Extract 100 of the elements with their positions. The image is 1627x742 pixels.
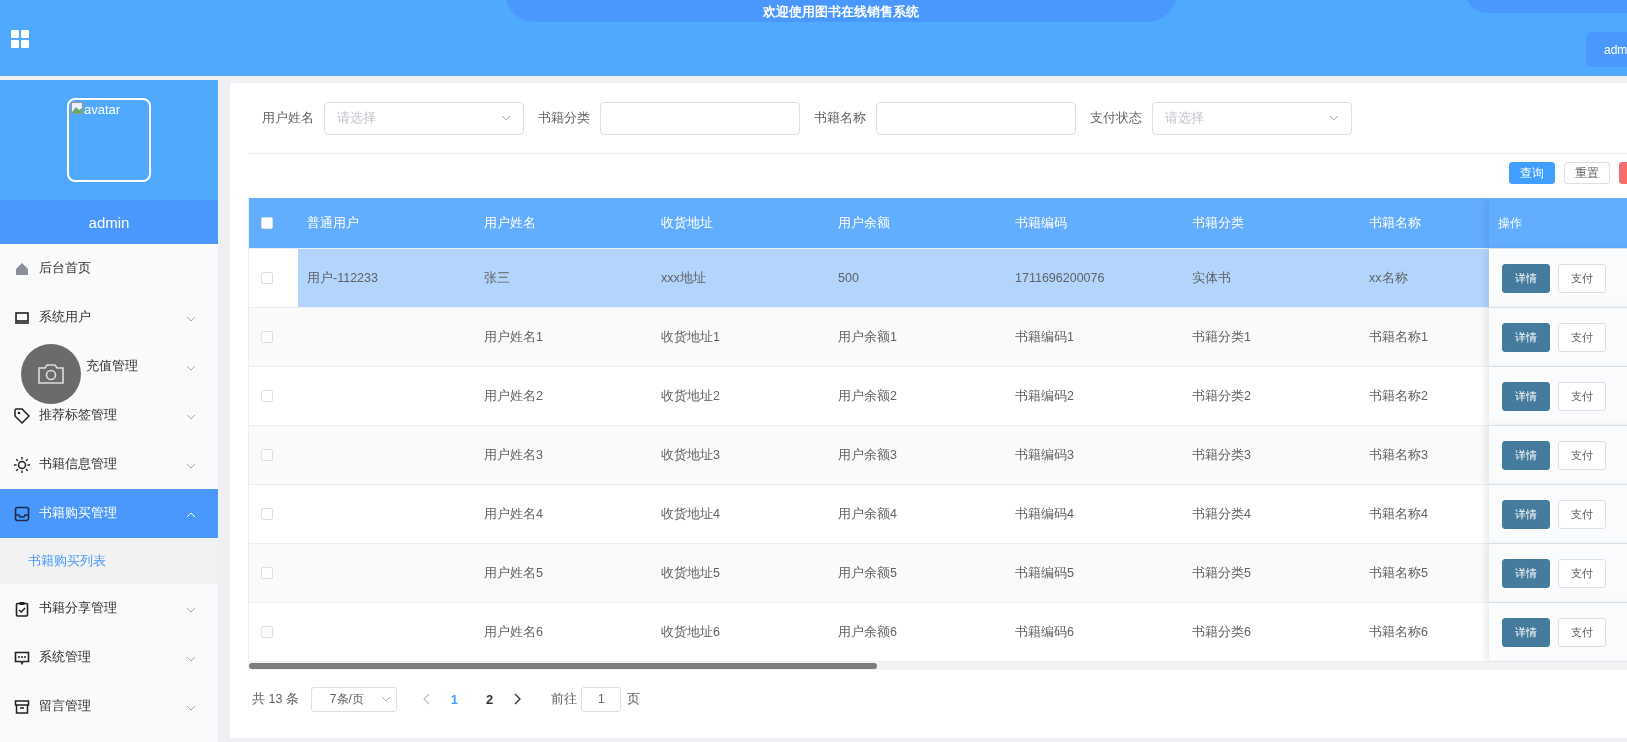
checkbox[interactable] [261,567,273,579]
table-cell: 用户余额1 [838,328,897,346]
checkbox[interactable] [261,626,273,638]
page-suffix: 页 [627,690,641,708]
column-header: 收货地址 [660,214,714,232]
menu-item[interactable]: 系统管理 [0,633,218,682]
table-cell: 用户姓名5 [484,564,543,582]
menu-item[interactable]: 后台首页 [0,244,218,293]
table-cell: 用户余额2 [838,387,897,405]
details-button[interactable]: 详情 [1502,440,1550,470]
filter-label: 书籍名称 [814,109,866,127]
chat-icon [14,649,30,666]
pay-button[interactable]: 支付 [1558,499,1606,529]
table-cell: 收货地址5 [661,564,720,582]
table-cell: 书籍编码2 [1015,387,1074,405]
grid-menu-icon[interactable] [11,30,29,48]
details-button[interactable]: 详情 [1502,499,1550,529]
table-cell: 书籍名称6 [1369,623,1428,641]
menu-item[interactable]: 推荐标签管理 [0,391,218,440]
pay-button[interactable]: 支付 [1558,558,1606,588]
table-cell: 书籍分类3 [1192,446,1251,464]
table-cell: 张三 [484,269,510,287]
details-button[interactable]: 详情 [1502,322,1550,352]
pay-button[interactable]: 支付 [1558,617,1606,647]
chevron-icon [186,462,196,469]
table-cell: 500 [838,271,859,285]
pay-button[interactable]: 支付 [1558,263,1606,293]
table-cell: 书籍名称3 [1369,446,1428,464]
table-cell: 书籍分类4 [1192,505,1251,523]
menu-item[interactable]: 系统用户 [0,293,218,342]
table-cell: 收货地址2 [661,387,720,405]
avatar-alt-text: avatar [84,102,121,117]
checkbox[interactable] [261,272,273,284]
total-count: 共 13 条 [252,690,299,708]
column-header: 书籍分类 [1191,214,1245,232]
table-cell: 收货地址1 [661,328,720,346]
menu-item[interactable]: 留言管理 [0,682,218,731]
table-cell: 书籍分类6 [1192,623,1251,641]
table-cell: 用户余额6 [838,623,897,641]
inbox-icon [14,505,30,522]
menu-item[interactable]: 书籍分享管理 [0,584,218,633]
scrollbar[interactable] [248,662,1627,670]
column-header: 普通用户 [306,214,360,232]
table-cell: 用户姓名1 [484,328,543,346]
checkbox[interactable] [261,390,273,402]
table-cell: 书籍名称2 [1369,387,1428,405]
table-cell: 书籍编码4 [1015,505,1074,523]
pay-button[interactable]: 支付 [1558,322,1606,352]
table-cell: 收货地址3 [661,446,720,464]
checkbox[interactable] [261,449,273,461]
sun-icon [14,456,30,473]
input-field[interactable] [876,101,1076,135]
details-button[interactable]: 详情 [1502,617,1550,647]
table-cell: 收货地址6 [661,623,720,641]
next-page-icon[interactable] [513,693,522,705]
table-cell: 书籍编码1 [1015,328,1074,346]
column-header: 操作 [1489,198,1627,248]
table-cell: 书籍编码3 [1015,446,1074,464]
table-cell: 书籍名称4 [1369,505,1428,523]
tag-icon [14,407,30,424]
page-number[interactable]: 2 [478,691,502,707]
checkbox[interactable] [261,331,273,343]
table-cell: xxx地址 [661,269,706,287]
page-input[interactable]: 1 [581,686,622,712]
camera-icon [37,363,65,385]
details-button[interactable]: 详情 [1502,558,1550,588]
details-button[interactable]: 详情 [1502,263,1550,293]
menu-item[interactable]: 书籍信息管理 [0,440,218,489]
menu-item[interactable]: 充值管理 [0,342,218,391]
details-button[interactable]: 详情 [1502,381,1550,411]
app-title: 欢迎使用图书在线销售系统 [763,4,919,19]
table-cell: 用户余额3 [838,446,897,464]
table-cell: xx名称 [1369,269,1408,287]
table-cell: 用户-112233 [307,269,378,287]
clipboard-icon [14,600,30,617]
table-cell: 用户余额5 [838,564,897,582]
table-cell: 书籍编码5 [1015,564,1074,582]
chevron-icon [1329,115,1339,121]
checkbox[interactable] [261,217,273,229]
chevron-icon [186,655,196,662]
pay-button[interactable]: 支付 [1558,381,1606,411]
reset-button[interactable]: 重置 [1564,162,1610,184]
broken-image-icon [71,102,83,114]
pay-button[interactable]: 支付 [1558,440,1606,470]
chevron-icon [186,413,196,420]
checkbox[interactable] [261,508,273,520]
page-size-select[interactable]: 7条/页 [310,686,397,712]
column-header: 书籍名称 [1368,214,1422,232]
column-header: 书籍编码 [1014,214,1068,232]
table-cell: 书籍名称5 [1369,564,1428,582]
input-field[interactable] [600,101,800,135]
home-icon [14,260,30,277]
table-cell: 用户余额4 [838,505,897,523]
table-cell: 书籍编码6 [1015,623,1074,641]
laptop-icon [14,309,30,326]
column-header: 用户姓名 [483,214,537,232]
chevron-icon [186,606,196,613]
filter-label: 支付状态 [1090,109,1142,127]
table-cell: 书籍分类1 [1192,328,1251,346]
chevron-icon [380,696,391,702]
